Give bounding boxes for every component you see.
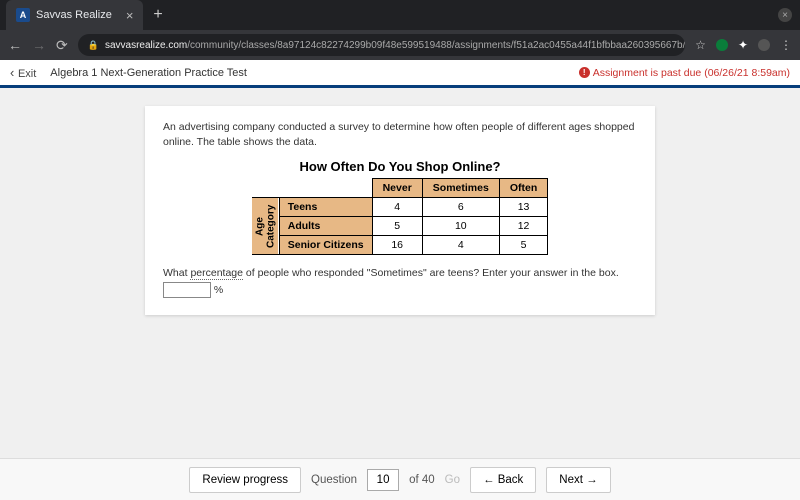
cell: 12 (499, 217, 547, 236)
exit-button[interactable]: Exit (10, 65, 36, 80)
row-header: Adults (279, 217, 372, 236)
cell: 5 (499, 236, 547, 255)
due-warning-text: Assignment is past due (06/26/21 8:59am) (593, 67, 790, 79)
due-warning: ! Assignment is past due (06/26/21 8:59a… (579, 67, 790, 79)
menu-icon[interactable]: ⋮ (780, 38, 792, 52)
lock-icon: 🔒 (88, 40, 99, 51)
content-area: An advertising company conducted a surve… (0, 88, 800, 458)
dotted-term: percentage (190, 267, 243, 280)
data-table: Never Sometimes Often AgeCategory Teens … (252, 178, 549, 255)
footer-nav: Review progress Question of 40 Go ← Back… (0, 458, 800, 500)
browser-tab[interactable]: A Savvas Realize × (6, 0, 143, 30)
unit-label: % (214, 284, 223, 296)
question-intro: An advertising company conducted a surve… (163, 120, 637, 149)
url-domain: savvasrealize.com (105, 40, 187, 51)
question-card: An advertising company conducted a surve… (145, 106, 655, 315)
side-label: AgeCategory (252, 198, 279, 255)
review-progress-button[interactable]: Review progress (189, 467, 301, 493)
forward-icon: → (32, 37, 46, 53)
browser-toolbar: ← → ⟳ 🔒 savvasrealize.com/community/clas… (0, 30, 800, 60)
next-button[interactable]: Next → (546, 467, 610, 493)
extension-icon[interactable] (716, 39, 728, 51)
question-text: What percentage of people who responded … (163, 265, 637, 299)
app-header: Exit Algebra 1 Next-Generation Practice … (0, 60, 800, 88)
cell: 4 (422, 236, 499, 255)
go-button[interactable]: Go (445, 474, 460, 486)
favicon: A (16, 8, 30, 22)
cell: 5 (372, 217, 422, 236)
col-header: Never (372, 179, 422, 198)
cell: 13 (499, 198, 547, 217)
col-header: Sometimes (422, 179, 499, 198)
cell: 6 (422, 198, 499, 217)
new-tab-button[interactable]: + (153, 6, 162, 24)
question-label: Question (311, 474, 357, 486)
close-tab-icon[interactable]: × (126, 8, 134, 23)
reload-icon[interactable]: ⟳ (56, 37, 68, 54)
extensions-icon[interactable]: ✦ (738, 38, 748, 52)
star-icon[interactable]: ☆ (695, 38, 706, 52)
browser-tab-strip: A Savvas Realize × + × (0, 0, 800, 30)
cell: 4 (372, 198, 422, 217)
url-path: /community/classes/8a97124c82274299b09f4… (187, 40, 685, 51)
row-header: Teens (279, 198, 372, 217)
question-number-input[interactable] (367, 469, 399, 491)
warning-icon: ! (579, 67, 590, 78)
back-button[interactable]: ← Back (470, 467, 536, 493)
table-corner (252, 179, 372, 198)
tab-title: Savvas Realize (36, 9, 112, 21)
address-bar[interactable]: 🔒 savvasrealize.com/community/classes/8a… (78, 34, 685, 56)
question-total: of 40 (409, 474, 435, 486)
col-header: Often (499, 179, 547, 198)
cell: 16 (372, 236, 422, 255)
assignment-title: Algebra 1 Next-Generation Practice Test (50, 67, 247, 79)
answer-input[interactable] (163, 282, 211, 298)
table-title: How Often Do You Shop Online? (163, 159, 637, 174)
extension-icons: ☆ ✦ ⋮ (695, 38, 792, 52)
profile-icon[interactable] (758, 39, 770, 51)
back-icon[interactable]: ← (8, 37, 22, 53)
window-close-icon[interactable]: × (778, 8, 792, 22)
row-header: Senior Citizens (279, 236, 372, 255)
cell: 10 (422, 217, 499, 236)
